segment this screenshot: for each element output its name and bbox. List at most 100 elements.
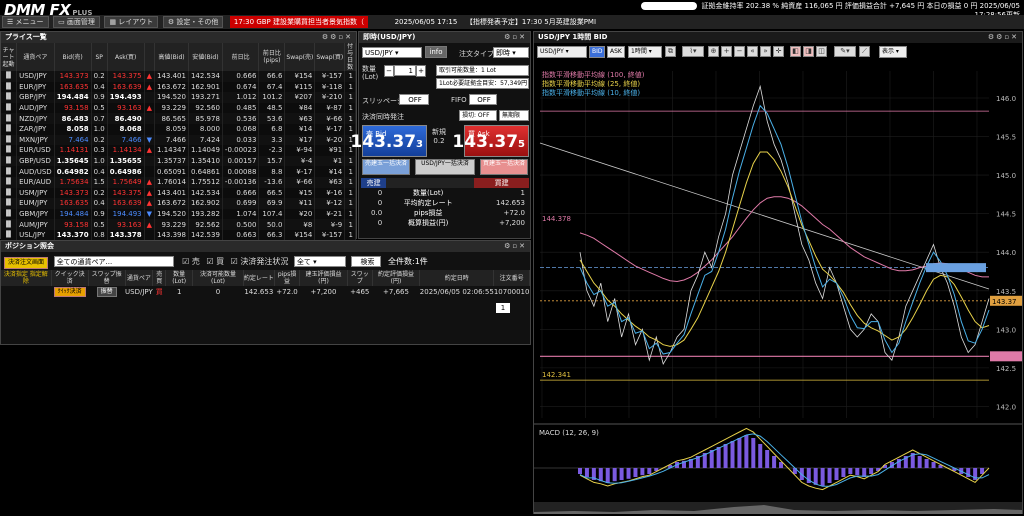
column-header[interactable]: 付与日数: [344, 43, 356, 71]
table-row[interactable]: ▐▌ GBP/USD 1.35645 1.0 1.35655 1.35737 1.35410…: [1, 155, 356, 167]
chart-launch-icon[interactable]: ▐▌: [1, 145, 18, 156]
zoom-icon[interactable]: ⊕: [708, 46, 719, 57]
period-select[interactable]: 1時間 ▾: [628, 46, 662, 58]
buy-checkbox[interactable]: ☑ 買: [206, 257, 224, 266]
navigator-bar[interactable]: [534, 502, 1022, 514]
column-header[interactable]: 通貨ペア: [125, 270, 154, 286]
chart-launch-icon[interactable]: ▐▌: [1, 71, 18, 82]
column-header[interactable]: 約定評価損益(円): [372, 270, 421, 286]
table-row[interactable]: ▐▌ USD/JPY 143.373 0.2 143.375 ▲ 143.401 142.53…: [1, 71, 356, 82]
table-row[interactable]: ｸｲｯｸ決済 振替 USD/JPY 買 1 0 142.653 +72.0 +7…: [1, 286, 530, 297]
table-row[interactable]: ▐▌ GBP/JPY 194.484 0.9 194.493 194.520 193.271…: [1, 92, 356, 103]
table-row[interactable]: ▐▌ ZAR/JPY 8.058 1.0 8.068 8.059 8.000 0.068 6.8…: [1, 123, 356, 135]
panel-controls[interactable]: ⚙⚙▫✕: [322, 32, 353, 43]
column-header[interactable]: 約定日時: [419, 270, 495, 286]
column-header[interactable]: 前日比(pips): [258, 43, 286, 71]
column-header[interactable]: Bid(売): [54, 43, 92, 71]
news-ticker-alert[interactable]: 17:30 GBP 建設業購買担当者景気指数（: [229, 16, 369, 28]
indicator-icon[interactable]: ◧: [790, 46, 801, 57]
status-checkbox[interactable]: ☑ 決済発注状況: [231, 257, 289, 266]
chart-launch-icon[interactable]: ▐▌: [1, 155, 18, 167]
column-header[interactable]: 通貨ペア: [16, 43, 55, 71]
column-header[interactable]: 決済可能数量(Lot): [192, 270, 244, 286]
table-row[interactable]: ▐▌ AUD/JPY 93.158 0.5 93.163 ▲ 93.229 92.560 0.4…: [1, 102, 356, 114]
sell-checkbox[interactable]: ☑ 売: [182, 257, 200, 266]
table-row[interactable]: ▐▌ GBM/JPY 194.484 0.9 194.493 ▼ 194.520 193.28…: [1, 208, 356, 220]
news-ticker-text[interactable]: 【指標発表予定】17:30 5月英建設業PMI: [466, 16, 596, 28]
chart-pair-select[interactable]: USD/JPY ▾: [537, 46, 587, 58]
chart-launch-icon[interactable]: ▐▌: [1, 229, 18, 241]
quick-settle-button[interactable]: ｸｲｯｸ決済: [53, 286, 86, 297]
chart-launch-icon[interactable]: ▐▌: [1, 208, 18, 220]
qty-input[interactable]: 1: [394, 65, 416, 76]
column-header[interactable]: 前日比: [222, 43, 260, 71]
panel-controls[interactable]: ⚙⚙▫✕: [988, 32, 1019, 43]
draw-icon[interactable]: ◫: [816, 46, 827, 57]
column-header[interactable]: Swap(買): [314, 43, 346, 71]
close-all-buy-button[interactable]: 買建玉一括決済: [480, 159, 528, 175]
table-row[interactable]: ▐▌ EUR/USD 1.14131 0.3 1.14134 ▲ 1.14347 1.1404…: [1, 145, 356, 156]
chart-launch-icon[interactable]: ▐▌: [1, 176, 18, 188]
table-row[interactable]: ▐▌ USL/JPY 143.370 0.8 143.378 143.398 142.539…: [1, 229, 356, 241]
table-row[interactable]: ▐▌ EUR/JPY 163.635 0.4 163.639 ▲ 163.672 162.90…: [1, 81, 356, 93]
column-header[interactable]: Ask(買): [107, 43, 145, 71]
column-header[interactable]: 決済指定 指定解除: [1, 270, 52, 286]
info-button[interactable]: info: [425, 46, 447, 58]
qty-plus-button[interactable]: +: [416, 65, 426, 77]
table-row[interactable]: ▐▌ AUD/USD 0.64982 0.4 0.64986 0.65091 0.64861…: [1, 166, 356, 177]
table-row[interactable]: ▐▌ MXN/JPY 7.464 0.2 7.466 ▼ 7.466 7.424 0.033 3.…: [1, 134, 356, 146]
menu-button[interactable]: ☰ メニュー: [2, 16, 49, 28]
table-row[interactable]: ▐▌ AUM/JPY 93.158 0.5 93.163 ▲ 93.229 92.562 0.5…: [1, 219, 356, 230]
column-header[interactable]: 約定レート: [243, 270, 275, 286]
chart-copy-icon[interactable]: ⧉: [665, 46, 676, 57]
chart-launch-icon[interactable]: ▐▌: [1, 92, 18, 103]
screen-manage-button[interactable]: ▭ 画面管理: [53, 16, 100, 28]
table-row[interactable]: ▐▌ EUR/AUD 1.75634 1.5 1.75649 ▲ 1.76014 1.7551…: [1, 176, 356, 188]
chart-launch-icon[interactable]: ▐▌: [1, 134, 18, 146]
panel-controls[interactable]: ⚙▫✕: [504, 241, 527, 252]
chart-type-icon[interactable]: ⌇▾: [682, 46, 704, 57]
column-header[interactable]: チャート起動: [1, 43, 18, 71]
indicator2-icon[interactable]: ◨: [803, 46, 814, 57]
pair-select[interactable]: USD/JPY ▾: [362, 47, 422, 58]
zoom-out-icon[interactable]: −: [734, 46, 745, 57]
buy-ask-button[interactable]: 買 Ask 143.375: [452, 125, 529, 157]
ask-toggle[interactable]: ASK: [607, 46, 625, 58]
price-chart[interactable]: 指数平滑移動平均線 (100, 終値)指数平滑移動平均線 (25, 終値)指数平…: [534, 63, 1022, 513]
table-row[interactable]: ▐▌ EUM/JPY 163.635 0.4 163.639 ▲ 163.672 162.90…: [1, 198, 356, 209]
sell-bid-button[interactable]: 売 Bid 143.373: [350, 125, 427, 157]
chart-launch-icon[interactable]: ▐▌: [1, 113, 18, 124]
status-select[interactable]: 全て ▾: [293, 256, 346, 267]
page-number[interactable]: 1: [496, 303, 510, 313]
column-header[interactable]: スワップ: [347, 270, 373, 286]
close-all-sell-button[interactable]: 売建玉一括決済: [362, 159, 410, 175]
column-header[interactable]: pips損益: [274, 270, 301, 286]
chart-launch-icon[interactable]: ▐▌: [1, 166, 18, 177]
column-header[interactable]: スワップ振替: [88, 270, 126, 286]
alert-tag[interactable]: [926, 263, 986, 273]
column-header[interactable]: 安値(Bid): [188, 43, 223, 71]
column-header[interactable]: 高値(Bid): [154, 43, 189, 71]
order-type-select[interactable]: 即時 ▾: [493, 47, 529, 58]
table-row[interactable]: ▐▌ NZD/JPY 86.483 0.7 86.490 86.565 85.978 0.53…: [1, 113, 356, 124]
display-button[interactable]: 表示 ▾: [879, 46, 907, 58]
chart-launch-icon[interactable]: ▐▌: [1, 219, 18, 230]
column-header[interactable]: クイック決済: [51, 270, 89, 286]
bid-toggle[interactable]: BID: [589, 46, 605, 58]
expiry-select[interactable]: 無期限: [499, 110, 529, 121]
stop-loss-toggle[interactable]: 損切: OFF: [459, 110, 497, 121]
chart-launch-icon[interactable]: ▐▌: [1, 123, 18, 135]
table-row[interactable]: ▐▌ USM/JPY 143.373 0.2 143.375 ▲ 143.401 142.53…: [1, 187, 356, 199]
panel-controls[interactable]: ⚙▫✕: [504, 32, 527, 43]
scroll-right-icon[interactable]: »: [760, 46, 771, 57]
slippage-toggle[interactable]: OFF: [399, 94, 429, 105]
chart-launch-icon[interactable]: ▐▌: [1, 198, 18, 209]
settings-button[interactable]: ⚙ 設定・その他: [162, 16, 224, 28]
column-header[interactable]: 数量(Lot): [165, 270, 194, 286]
pen-icon[interactable]: ✎▾: [834, 46, 856, 57]
column-header[interactable]: SP: [91, 43, 108, 71]
column-header[interactable]: 売買: [152, 270, 167, 286]
search-button[interactable]: 検索: [351, 256, 382, 267]
fifo-toggle[interactable]: OFF: [469, 94, 497, 105]
crosshair-icon[interactable]: ✛: [773, 46, 784, 57]
